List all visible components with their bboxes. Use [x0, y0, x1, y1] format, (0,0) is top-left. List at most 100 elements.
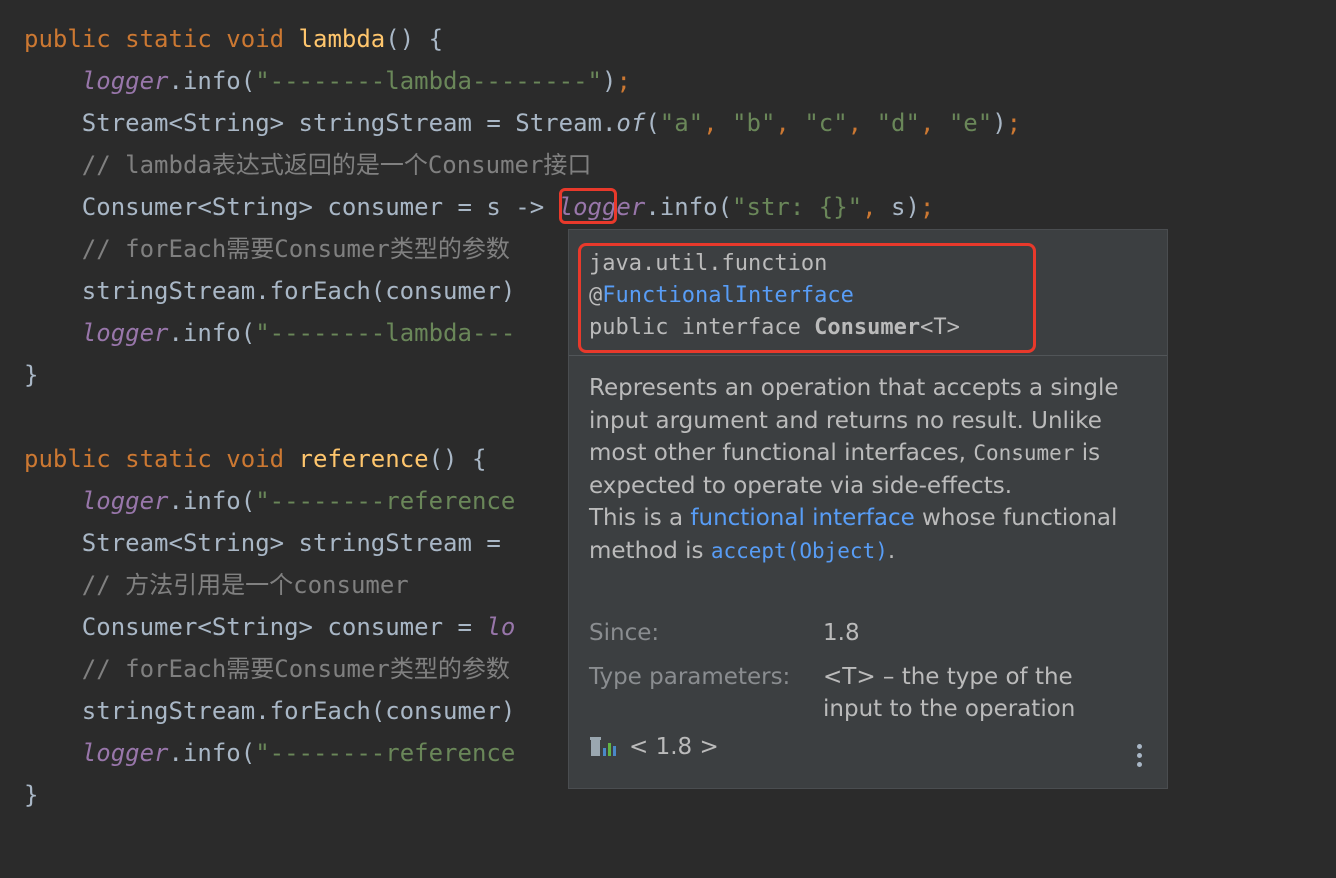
- code-token: "--------reference: [255, 487, 516, 515]
- desc2-text-1: This is a: [589, 505, 691, 531]
- code-token: public static void: [24, 25, 299, 53]
- code-token: stringStream.forEach(consumer): [24, 277, 516, 305]
- code-token: ;: [1006, 109, 1022, 137]
- code-token: Stream<String> stringStream = Stream.: [24, 109, 617, 137]
- code-token: logger: [81, 487, 169, 515]
- code-token: ,: [847, 109, 877, 137]
- since-value: 1.8: [823, 620, 860, 646]
- code-token: logger: [81, 739, 169, 767]
- code-line[interactable]: Stream<String> stringStream = Stream.of(…: [24, 103, 1021, 143]
- code-token: .info(: [168, 487, 256, 515]
- documentation-popup[interactable]: java.util.function @FunctionalInterface …: [568, 229, 1168, 789]
- code-token: }: [24, 361, 39, 389]
- code-token: // lambda表达式返回的是一个Consumer接口: [81, 151, 592, 179]
- code-line[interactable]: stringStream.forEach(consumer): [24, 271, 515, 311]
- code-token: ): [601, 67, 617, 95]
- type-params-label: Type parameters:: [589, 664, 791, 690]
- popup-footer: < 1.8 >: [589, 730, 719, 764]
- code-line[interactable]: Consumer<String> consumer = s -> logger.…: [24, 187, 935, 227]
- code-token: lambda: [298, 25, 386, 53]
- code-token: .info(: [168, 67, 256, 95]
- description-paragraph-1: Represents an operation that accepts a s…: [589, 372, 1129, 502]
- library-icon: [590, 737, 616, 756]
- interface-declaration: public interface Consumer<T>: [589, 312, 960, 344]
- code-line[interactable]: public static void lambda() {: [24, 19, 443, 59]
- code-token: "--------lambda---: [255, 319, 516, 347]
- functional-interface-link[interactable]: functional interface: [690, 505, 914, 531]
- code-line[interactable]: stringStream.forEach(consumer): [24, 691, 515, 731]
- arrow-highlight: [559, 188, 617, 224]
- code-line[interactable]: Stream<String> stringStream =: [24, 523, 515, 563]
- code-line[interactable]: // forEach需要Consumer类型的参数: [24, 649, 510, 689]
- code-token: Consumer<String> consumer =: [24, 613, 487, 641]
- code-token: .info(: [168, 739, 256, 767]
- code-line[interactable]: logger.info("--------lambda---: [24, 313, 516, 353]
- code-token: ,: [703, 109, 733, 137]
- code-token: .info(: [168, 319, 256, 347]
- decl-prefix: public interface: [589, 315, 815, 340]
- description-paragraph-2: This is a functional interface whose fun…: [589, 502, 1129, 567]
- library-version[interactable]: < 1.8 >: [629, 734, 719, 760]
- decl-generic: <T>: [920, 315, 960, 340]
- code-token: ->: [515, 193, 545, 221]
- code-token: public static void: [24, 445, 299, 473]
- code-token: ;: [919, 193, 935, 221]
- code-token: "str: {}": [732, 193, 863, 221]
- code-line[interactable]: }: [24, 355, 38, 395]
- decl-name: Consumer: [814, 315, 921, 340]
- code-token: ,: [775, 109, 805, 137]
- code-token: Consumer<String> consumer = s: [24, 193, 516, 221]
- code-token: .info(: [645, 193, 733, 221]
- popup-description: Represents an operation that accepts a s…: [589, 372, 1129, 567]
- code-token: "b": [732, 109, 776, 137]
- code-line[interactable]: // lambda表达式返回的是一个Consumer接口: [24, 145, 592, 185]
- annotation-link[interactable]: FunctionalInterface: [602, 283, 854, 308]
- code-line[interactable]: logger.info("--------reference: [24, 481, 516, 521]
- code-line[interactable]: logger.info("--------lambda--------");: [24, 61, 631, 101]
- type-params-value: <T> – the type of the input to the opera…: [823, 664, 1076, 722]
- desc-code: Consumer: [973, 441, 1075, 465]
- code-token: lo: [486, 613, 516, 641]
- code-line[interactable]: logger.info("--------reference: [24, 733, 516, 773]
- code-line[interactable]: // forEach需要Consumer类型的参数: [24, 229, 510, 269]
- code-token: logger: [81, 319, 169, 347]
- code-token: "--------lambda--------": [255, 67, 602, 95]
- code-line[interactable]: }: [24, 775, 38, 815]
- more-vertical-icon[interactable]: [1129, 738, 1149, 772]
- popup-signature-section: java.util.function @FunctionalInterface …: [569, 230, 1167, 356]
- code-token: stringStream.forEach(consumer): [24, 697, 516, 725]
- code-token: Stream<String> stringStream =: [24, 529, 516, 557]
- code-token: "a": [659, 109, 704, 137]
- code-token: ,: [919, 109, 949, 137]
- since-label: Since:: [589, 620, 660, 646]
- code-token: ,: [862, 193, 891, 221]
- code-token: "d": [876, 109, 920, 137]
- code-token: (: [645, 109, 660, 137]
- code-token: () {: [428, 445, 487, 473]
- code-line[interactable]: Consumer<String> consumer = lo: [24, 607, 515, 647]
- code-token: ;: [616, 67, 631, 95]
- code-token: s): [891, 193, 920, 221]
- annotation-at: @: [589, 283, 603, 308]
- code-line[interactable]: // 方法引用是一个consumer: [24, 565, 409, 605]
- code-token: // 方法引用是一个consumer: [81, 571, 409, 599]
- code-token: "--------reference: [255, 739, 516, 767]
- package-name: java.util.function: [589, 251, 828, 276]
- code-line[interactable]: public static void reference() {: [24, 439, 486, 479]
- code-token: reference: [298, 445, 429, 473]
- desc2-end: .: [887, 537, 896, 564]
- code-token: ): [992, 109, 1007, 137]
- code-token: }: [24, 781, 39, 809]
- code-token: // forEach需要Consumer类型的参数: [81, 235, 510, 263]
- annotation: @FunctionalInterface: [589, 280, 854, 312]
- accept-method-link[interactable]: accept(Object): [711, 539, 888, 563]
- code-token: "c": [804, 109, 848, 137]
- code-token: // forEach需要Consumer类型的参数: [81, 655, 510, 683]
